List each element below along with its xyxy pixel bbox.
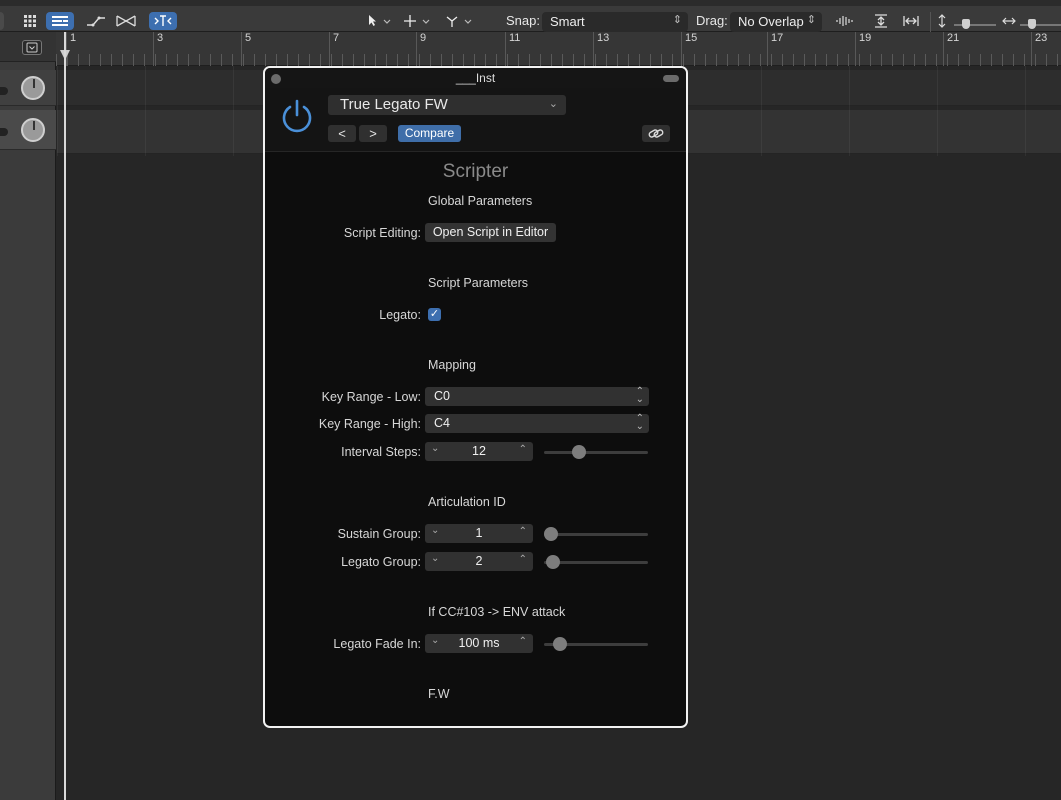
slider-thumb[interactable]	[553, 637, 567, 651]
footer-text: F.W	[428, 687, 450, 701]
legato-group-value: 2	[475, 554, 483, 568]
chevron-down-icon: ⌄	[548, 98, 558, 110]
sustain-group-label: Sustain Group:	[337, 527, 421, 541]
key-range-low-value: C0	[434, 389, 450, 403]
legato-group-stepper[interactable]: ⌄ 2 ⌃	[425, 552, 533, 571]
script-parameters-heading: Script Parameters	[428, 276, 529, 290]
open-script-editor-button[interactable]: Open Script in Editor	[425, 223, 556, 242]
updown-chevron-icon: ⌃ ⌄	[635, 386, 644, 405]
power-icon[interactable]	[279, 98, 315, 139]
plugin-header: True Legato FW ⌄ < > Compare	[265, 88, 686, 152]
script-editing-label: Script Editing:	[343, 226, 421, 240]
crossfade-icon[interactable]	[114, 12, 138, 30]
window-title: ___Inst	[455, 71, 496, 85]
updown-chevron-icon: ⇕	[672, 14, 682, 26]
horizontal-zoom-icon[interactable]	[898, 12, 924, 30]
articulation-id-heading: Articulation ID	[428, 495, 506, 509]
global-parameters-heading: Global Parameters	[428, 194, 533, 208]
snap-label: Snap:	[506, 13, 540, 28]
pan-knob[interactable]	[21, 76, 45, 100]
slider-thumb[interactable]	[546, 555, 560, 569]
legato-label: Legato:	[379, 308, 421, 322]
vertical-zoom-slider[interactable]	[954, 19, 996, 29]
timeline-ruler[interactable]: 1 3 5 7 9 11 13 15 17 19 21 23	[56, 32, 1061, 66]
main-toolbar: Snap: Smart ⇕ Drag: No Overlap ⇕	[0, 0, 1061, 32]
increment-chevron-icon[interactable]: ⌃	[519, 444, 527, 455]
next-preset-button[interactable]: >	[359, 125, 387, 142]
interval-steps-stepper[interactable]: ⌄ 12 ⌃	[425, 442, 533, 461]
drag-value: No Overlap	[738, 14, 804, 29]
mapping-heading: Mapping	[428, 358, 476, 372]
link-icon	[648, 129, 664, 138]
waveform-zoom-icon[interactable]	[832, 12, 858, 30]
legato-fade-in-value: 100 ms	[458, 636, 500, 650]
sustain-group-value: 1	[475, 526, 483, 540]
list-view-icon[interactable]	[46, 12, 74, 30]
vertical-zoom-arrow-icon	[936, 12, 948, 30]
link-button[interactable]	[642, 125, 670, 142]
window-control-pill[interactable]	[663, 75, 679, 82]
plugin-titlebar[interactable]: ___Inst	[265, 68, 686, 88]
track-header-1[interactable]	[0, 70, 56, 106]
sustain-group-slider[interactable]	[544, 527, 648, 541]
plugin-name: Scripter	[442, 161, 509, 182]
legato-fade-in-label: Legato Fade In:	[333, 637, 421, 651]
vertical-zoom-icon[interactable]	[868, 12, 894, 30]
slider-thumb[interactable]	[1028, 19, 1036, 29]
preset-name: True Legato FW	[340, 96, 448, 113]
snap-value: Smart	[550, 14, 585, 29]
slider-thumb[interactable]	[962, 19, 970, 29]
updown-chevron-icon: ⌃ ⌄	[635, 413, 644, 432]
snap-select[interactable]: Smart ⇕	[542, 12, 688, 32]
cc-attack-heading: If CC#103 -> ENV attack	[428, 605, 566, 619]
updown-chevron-icon: ⇕	[806, 14, 816, 26]
horizontal-zoom-slider[interactable]	[1020, 19, 1061, 29]
slider-thumb[interactable]	[544, 527, 558, 541]
interval-steps-value: 12	[472, 444, 486, 458]
track-header-2[interactable]	[0, 110, 56, 150]
slider-thumb[interactable]	[572, 445, 586, 459]
increment-chevron-icon[interactable]: ⌃	[519, 636, 527, 647]
track-header-top	[0, 32, 56, 62]
marquee-tool-icon[interactable]	[442, 12, 478, 30]
catch-playhead-icon[interactable]	[149, 12, 177, 30]
compare-button[interactable]: Compare	[398, 125, 461, 142]
pointer-tool-icon[interactable]	[362, 12, 396, 30]
crosshair-tool-icon[interactable]	[400, 12, 436, 30]
track-toggle[interactable]	[0, 128, 8, 136]
key-range-low-label: Key Range - Low:	[321, 390, 421, 404]
interval-steps-slider[interactable]	[544, 445, 648, 459]
drag-select[interactable]: No Overlap ⇕	[730, 12, 822, 32]
automation-curve-icon[interactable]	[84, 12, 108, 30]
key-range-high-label: Key Range - High:	[318, 417, 421, 431]
legato-fade-in-stepper[interactable]: ⌄ 100 ms ⌃	[425, 634, 533, 653]
pan-knob[interactable]	[21, 118, 45, 142]
track-header-column	[0, 32, 56, 800]
legato-group-slider[interactable]	[544, 555, 648, 569]
key-range-high-select[interactable]: C4 ⌃ ⌄	[425, 414, 649, 433]
toolbar-edge-button[interactable]	[0, 12, 4, 30]
grid-view-icon[interactable]	[20, 12, 40, 30]
increment-chevron-icon[interactable]: ⌃	[519, 526, 527, 537]
legato-group-label: Legato Group:	[341, 555, 421, 569]
key-range-low-select[interactable]: C0 ⌃ ⌄	[425, 387, 649, 406]
chevron-down-icon	[26, 42, 38, 53]
track-toggle[interactable]	[0, 87, 8, 95]
collapse-button[interactable]	[22, 40, 42, 55]
previous-preset-button[interactable]: <	[328, 125, 356, 142]
drag-label: Drag:	[696, 13, 728, 28]
playhead-line[interactable]	[64, 32, 66, 800]
increment-chevron-icon[interactable]: ⌃	[519, 554, 527, 565]
legato-fade-in-slider[interactable]	[544, 637, 648, 651]
sustain-group-stepper[interactable]: ⌄ 1 ⌃	[425, 524, 533, 543]
key-range-high-value: C4	[434, 416, 450, 430]
legato-checkbox[interactable]: ✓	[428, 308, 441, 321]
ruler-ticks	[56, 54, 1061, 66]
interval-steps-label: Interval Steps:	[341, 445, 421, 459]
preset-select[interactable]: True Legato FW ⌄	[328, 95, 566, 115]
horizontal-zoom-arrow-icon	[1002, 12, 1016, 30]
plugin-window: ___Inst True Legato FW ⌄ < > Compare Scr…	[263, 66, 688, 728]
